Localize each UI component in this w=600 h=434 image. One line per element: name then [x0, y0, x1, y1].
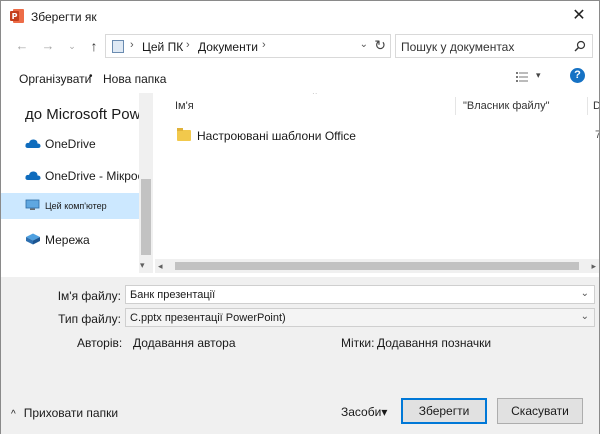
navigation-pane: до Microsoft PowerPC OneDrive OneDrive -… [1, 93, 153, 273]
tags-field[interactable]: Додавання позначки [377, 336, 491, 350]
this-pc-icon [112, 40, 124, 53]
column-divider[interactable] [455, 97, 456, 115]
navpane-item-label: OneDrive - Мікрос [45, 169, 144, 183]
cloud-icon [25, 139, 41, 148]
file-name: Настроювані шаблони Office [197, 129, 356, 143]
column-divider[interactable] [587, 97, 588, 115]
hide-folders-label: Приховати папки [23, 406, 119, 420]
chevron-down-icon[interactable]: ⌄ [581, 311, 589, 322]
authors-label: Авторів: [77, 336, 123, 350]
tools-dropdown-icon: ▾ [381, 405, 388, 419]
navpane-item-onedrive[interactable]: OneDrive [1, 131, 139, 157]
navpane-item-label: OneDrive [45, 137, 96, 151]
powerpoint-icon: P [10, 9, 24, 23]
search-placeholder: Пошук у документах [401, 40, 515, 54]
navpane-item-network[interactable]: Мережа [1, 227, 139, 253]
breadcrumb-this-pc[interactable]: Цей ПК [142, 40, 183, 54]
folder-tab [177, 128, 183, 131]
breadcrumb-separator-icon[interactable]: › [262, 39, 266, 51]
filetype-label: Тип файлу: [58, 312, 121, 326]
cloud-icon [25, 171, 41, 180]
file-list-hscrollbar[interactable]: ◂ ▸ [155, 259, 599, 273]
view-options-icon[interactable] [516, 71, 528, 83]
navpane-location-label[interactable]: до Microsoft PowerPC [25, 106, 153, 123]
filename-value: Банк презентації [130, 289, 216, 301]
navpane-item-label: Цей комп'ютер [45, 201, 107, 211]
navpane-item-label: Мережа [45, 233, 90, 247]
back-arrow-icon[interactable]: ← [13, 36, 31, 56]
breadcrumb-separator-icon[interactable]: › [130, 39, 134, 51]
new-folder-button[interactable]: Нова папка [103, 72, 166, 86]
scroll-left-icon[interactable]: ◂ [158, 259, 163, 273]
close-icon[interactable]: ✕ [565, 3, 593, 29]
save-form: Ім'я файлу: Банк презентації ⌄ Тип файлу… [1, 277, 599, 434]
address-bar[interactable]: › Цей ПК › Документи › ⌄ ↻ [105, 34, 391, 58]
column-header-owner[interactable]: "Власник файлу" [463, 100, 550, 112]
window-title: Зберегти як [31, 10, 97, 24]
scroll-down-icon[interactable]: ▾ [140, 260, 145, 271]
refresh-icon[interactable]: ↻ [374, 37, 386, 54]
navigation-bar: ← → ⌄ ↑ › Цей ПК › Документи › ⌄ ↻ Пошук… [1, 34, 599, 60]
sort-caret-icon: ⌃ [311, 93, 319, 100]
navpane-item-onedrive-business[interactable]: OneDrive - Мікрос [1, 163, 144, 189]
svg-text:P: P [12, 12, 18, 21]
folder-icon [177, 130, 191, 141]
scrollbar-thumb[interactable] [175, 262, 579, 270]
chevron-up-icon: ^ [11, 409, 16, 420]
scroll-right-icon[interactable]: ▸ [591, 259, 596, 273]
tools-label: Засоби [341, 405, 382, 419]
filetype-value: С.pptx презентації PowerPoint) [130, 312, 286, 324]
view-dropdown-icon[interactable]: ▾ [536, 70, 541, 81]
authors-field[interactable]: Додавання автора [133, 336, 236, 350]
organize-dropdown-icon[interactable]: • [89, 71, 93, 82]
filetype-select[interactable]: С.pptx презентації PowerPoint) ⌄ [125, 308, 595, 327]
search-icon[interactable] [574, 40, 586, 52]
tags-label: Мітки: [341, 336, 375, 350]
network-icon [26, 233, 40, 245]
up-arrow-icon[interactable]: ↑ [85, 36, 103, 56]
hide-folders-button[interactable]: ^ Приховати папки [11, 406, 118, 420]
help-icon[interactable]: ? [570, 68, 585, 83]
title-bar: P Зберегти як ✕ [1, 1, 599, 31]
save-button[interactable]: Зберегти [401, 398, 487, 424]
chevron-down-icon[interactable]: ⌄ [581, 288, 589, 299]
cancel-button[interactable]: Скасувати [497, 398, 583, 424]
forward-arrow-icon[interactable]: → [39, 36, 57, 56]
organize-button[interactable]: Організувати [19, 72, 91, 86]
filename-field[interactable]: Банк презентації ⌄ [125, 285, 595, 304]
command-toolbar: Організувати • Нова папка ▾ ? [1, 65, 599, 91]
column-header-date[interactable]: D [593, 100, 599, 112]
breadcrumb-separator-icon[interactable]: › [186, 39, 190, 51]
file-date-truncated: 7 [595, 129, 599, 141]
column-header-name[interactable]: Ім'я [175, 100, 194, 112]
navpane-scrollbar[interactable]: ▾ [139, 93, 153, 273]
chevron-down-icon[interactable]: ⌄ [360, 39, 368, 50]
computer-icon [25, 199, 40, 210]
recent-locations-icon[interactable]: ⌄ [63, 36, 81, 56]
breadcrumb-documents[interactable]: Документи [198, 40, 258, 54]
navpane-item-this-pc[interactable]: Цей комп'ютер [1, 193, 139, 219]
filename-label: Ім'я файлу: [57, 289, 121, 303]
tools-button[interactable]: Засоби▾ [341, 405, 387, 419]
file-list: ⌃ Ім'я "Власник файлу" D Настроювані шаб… [155, 93, 599, 259]
search-input[interactable]: Пошук у документах [395, 34, 593, 58]
scrollbar-thumb[interactable] [141, 179, 151, 255]
save-as-dialog: P Зберегти як ✕ ← → ⌄ ↑ › Цей ПК › Докум… [0, 0, 600, 434]
